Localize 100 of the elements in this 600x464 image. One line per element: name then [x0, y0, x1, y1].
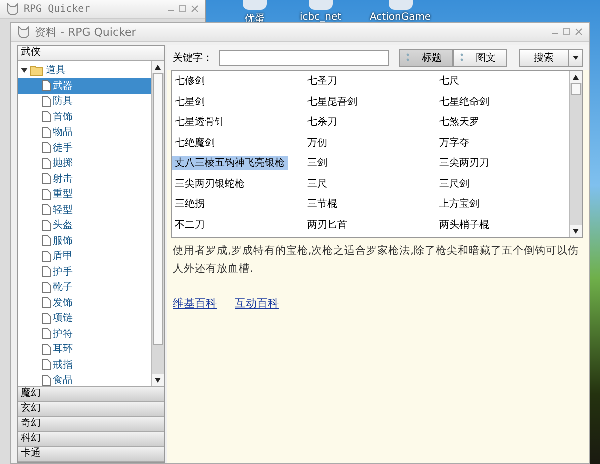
document-icon	[42, 220, 51, 231]
table-cell[interactable]: 万仞	[304, 136, 330, 150]
table-cell[interactable]: 上方宝剑	[436, 197, 483, 212]
tree-item[interactable]: 靴子	[18, 280, 151, 295]
table-cell[interactable]: 三节棍	[304, 197, 340, 212]
folder-label: 道具	[46, 64, 66, 77]
document-icon	[42, 126, 51, 138]
scrollbar[interactable]	[151, 61, 164, 386]
view-toggle[interactable]: 标题	[399, 49, 453, 67]
tree-item[interactable]: 发饰	[18, 295, 151, 310]
shortcut-label[interactable]: 优蛋	[245, 12, 265, 26]
description-text: 使用者罗成,罗成特有的宝枪,次枪之适合罗家枪法,除了枪尖和暗藏了五个倒钩可以伤人外还有放血槽.	[172, 244, 580, 277]
table-cell[interactable]: 两刃匕首	[304, 218, 350, 232]
table-cell[interactable]: 七圣刀	[304, 74, 340, 88]
tree-item[interactable]: 头盔	[18, 218, 151, 233]
tree-item[interactable]: 武器	[18, 78, 151, 94]
tree-item[interactable]: 首饰	[18, 109, 151, 124]
document-icon	[42, 96, 51, 107]
document-icon	[42, 266, 51, 278]
window-title: 资料 - RPG Quicker	[35, 24, 138, 40]
tree-item[interactable]: 重型	[18, 186, 151, 202]
document-icon	[42, 173, 51, 184]
table-cell[interactable]: 三绝拐	[172, 197, 208, 212]
table-cell[interactable]: 三尺	[304, 176, 330, 191]
tree-item[interactable]: 项链	[18, 310, 151, 326]
tree-item[interactable]: 服饰	[18, 233, 151, 248]
shortcut-icon[interactable]	[388, 0, 413, 10]
document-icon	[42, 142, 51, 154]
category-header[interactable]: 武侠	[18, 46, 164, 61]
expand-arrow-icon[interactable]	[21, 66, 28, 74]
scroll-up-icon[interactable]	[155, 64, 161, 70]
shortcut-icon[interactable]	[308, 0, 333, 10]
document-icon	[42, 312, 51, 324]
close-icon[interactable]	[191, 5, 199, 13]
tree-item[interactable]: 轻型	[18, 202, 151, 218]
tree-item[interactable]: 耳环	[18, 342, 151, 357]
document-icon	[42, 111, 51, 122]
table-cell[interactable]: 万字夺	[436, 136, 473, 150]
tree-item[interactable]: 护符	[18, 326, 151, 342]
table-cell[interactable]: 三尺剑	[436, 176, 473, 191]
dropdown-button[interactable]	[569, 49, 583, 67]
window-title: RPG Quicker	[24, 4, 92, 14]
table-cell[interactable]: 七星绝命剑	[436, 94, 493, 109]
document-icon	[42, 359, 51, 370]
category-header[interactable]: 奇幻	[18, 417, 164, 432]
document-icon	[42, 344, 51, 355]
caret-icon	[572, 56, 578, 60]
category-header[interactable]: 卡通	[18, 447, 164, 462]
table-cell[interactable]: 七尺	[436, 74, 463, 88]
scroll-up-icon[interactable]	[573, 74, 579, 80]
tree-item[interactable]: 徒手	[18, 140, 151, 156]
scroll-down-icon[interactable]	[573, 228, 579, 234]
document-icon	[42, 188, 51, 200]
document-icon	[42, 250, 51, 262]
document-icon	[42, 204, 51, 216]
table-cell[interactable]: 七杀刀	[304, 115, 340, 130]
tree-item[interactable]: 盾甲	[18, 248, 151, 264]
table-cell[interactable]: 七星剑	[172, 94, 208, 109]
document-icon	[42, 282, 51, 293]
tree-item[interactable]: 防具	[18, 94, 151, 109]
table-cell[interactable]: 三尖两刃刀	[436, 156, 493, 170]
search-button[interactable]: 搜索	[519, 49, 569, 67]
tree-item[interactable]: 物品	[18, 124, 151, 140]
tree-folder[interactable]: 道具	[18, 62, 151, 78]
document-icon	[42, 235, 51, 246]
scroll-down-icon[interactable]	[155, 378, 161, 382]
maximize-icon[interactable]	[563, 28, 571, 36]
table-cell[interactable]: 两头梢子棍	[436, 218, 493, 232]
tree-item[interactable]: 射击	[18, 171, 151, 186]
maximize-icon[interactable]	[179, 5, 187, 13]
table-cell[interactable]: 三剑	[304, 156, 330, 170]
tree-item[interactable]: 护手	[18, 264, 151, 280]
table-cell[interactable]: 七绝魔剑	[172, 136, 218, 150]
shortcut-icon[interactable]	[243, 0, 267, 10]
folder-icon	[30, 64, 44, 76]
document-icon	[42, 80, 51, 92]
document-icon	[42, 374, 51, 386]
table-cell[interactable]: 七星昆吾剑	[304, 94, 360, 109]
scrollbar[interactable]	[569, 71, 582, 237]
keyword-label: 关键字：	[173, 52, 213, 65]
table-cell[interactable]: 不二刀	[172, 218, 208, 232]
document-icon	[42, 328, 51, 340]
table-cell[interactable]: 三尖两刃银蛇枪	[172, 176, 248, 191]
table-cell[interactable]: 七煞天罗	[436, 115, 483, 130]
tree-item[interactable]: 食品	[18, 372, 151, 386]
table-cell[interactable]: 七星透骨针	[172, 115, 228, 130]
table-cell[interactable]: 七修剑	[172, 74, 208, 88]
table-cell[interactable]: 丈八三棱五钩神飞亮银枪	[172, 156, 288, 170]
document-icon	[42, 297, 51, 308]
close-icon[interactable]	[575, 28, 583, 36]
reference-link[interactable]: 互动百科	[235, 296, 279, 311]
view-toggle[interactable]: 图文	[453, 49, 507, 67]
keyword-field[interactable]	[219, 50, 389, 66]
reference-link[interactable]: 维基百科	[173, 296, 217, 311]
tree-item[interactable]: 抛掷	[18, 156, 151, 171]
tree-item[interactable]: 戒指	[18, 357, 151, 372]
category-header[interactable]: 魔幻	[18, 387, 164, 402]
scroll-thumb[interactable]	[571, 83, 581, 95]
category-header[interactable]: 科幻	[18, 432, 164, 447]
category-header[interactable]: 玄幻	[18, 402, 164, 417]
